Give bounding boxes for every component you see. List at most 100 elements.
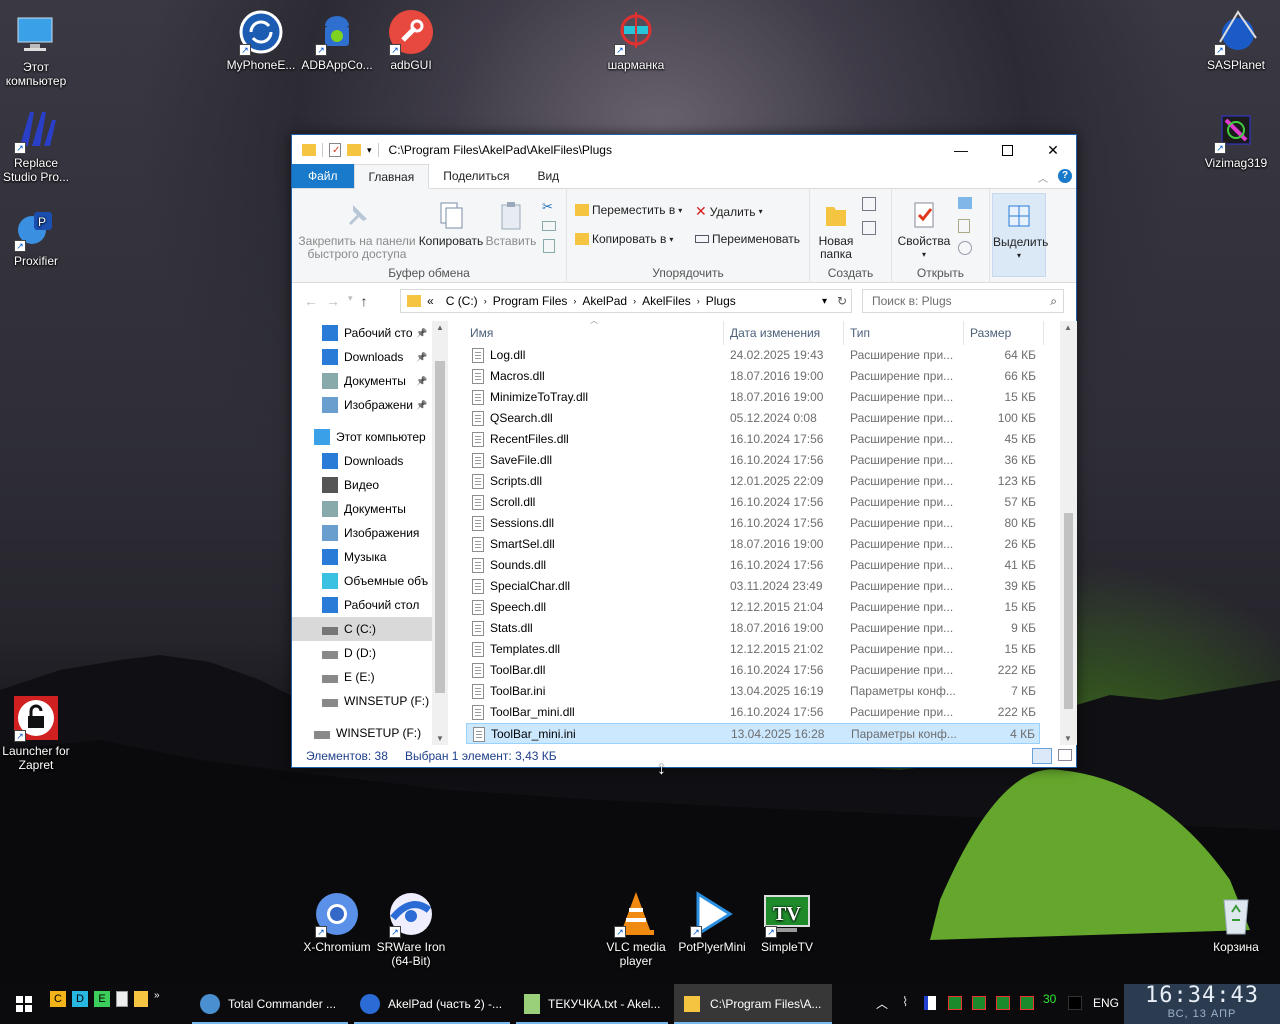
tab-home[interactable]: Главная xyxy=(353,164,430,189)
chevron-down-icon[interactable]: ▾ xyxy=(367,145,372,156)
desktop-icon-vlc[interactable]: ↗ VLC media player xyxy=(596,890,676,968)
easy-access-icon[interactable] xyxy=(862,221,876,235)
history-icon[interactable] xyxy=(958,241,972,255)
breadcrumb-program-files[interactable]: Program Files xyxy=(493,294,568,308)
nav-item[interactable]: WINSETUP (F:) xyxy=(292,689,432,713)
open-icon[interactable] xyxy=(958,197,972,209)
tray-chevron-icon[interactable]: ︿ xyxy=(876,995,888,1012)
copy-path-icon[interactable] xyxy=(542,221,556,231)
file-row[interactable]: SaveFile.dll 16.10.2024 17:56 Расширение п… xyxy=(466,450,1040,471)
scroll-down-icon[interactable]: ▼ xyxy=(1064,734,1072,743)
rename-button[interactable]: Переименовать xyxy=(695,232,800,246)
file-row[interactable]: SpecialChar.dll 03.11.2024 23:49 Расширени… xyxy=(466,576,1040,597)
desktop-icon-sasplanet[interactable]: ↗ SASPlanet xyxy=(1196,8,1276,72)
column-header-type[interactable]: Тип xyxy=(850,321,964,345)
nav-item[interactable]: Музыка xyxy=(292,545,432,569)
desktop-icon-proxifier[interactable]: P ↗ Proxifier xyxy=(0,204,76,268)
nav-scrollbar[interactable]: ▲ ▼ xyxy=(432,321,448,745)
back-arrow-icon[interactable]: ← xyxy=(304,293,318,309)
nav-item[interactable]: Изображения xyxy=(292,521,432,545)
title-bar[interactable]: ✓ ▾ C:\Program Files\AkelPad\AkelFiles\P… xyxy=(292,135,1076,165)
file-row[interactable]: ToolBar.dll 16.10.2024 17:56 Расширение пр… xyxy=(466,660,1040,681)
scroll-down-icon[interactable]: ▼ xyxy=(436,734,444,743)
desktop-icon-zapret[interactable]: ↗ Launcher for Zapret xyxy=(0,694,76,772)
taskbar-akelpad-2[interactable]: AkelPad (часть 2) -... xyxy=(354,984,510,1024)
desktop-icon-simpletv[interactable]: TV ↗ SimpleTV xyxy=(747,890,827,954)
refresh-icon[interactable]: ↻ xyxy=(837,294,847,308)
folder-icon[interactable] xyxy=(134,991,148,1007)
properties-qat-icon[interactable]: ✓ xyxy=(329,143,341,157)
scroll-up-icon[interactable]: ▲ xyxy=(436,323,444,332)
properties-button[interactable]: Свойства ▾ xyxy=(896,199,952,261)
nav-item[interactable]: Изображени 📌 xyxy=(292,393,432,417)
pin-quick-access-button[interactable]: Закрепить на панели быстрого доступа xyxy=(298,199,416,261)
file-row[interactable]: ToolBar.ini 13.04.2025 16:19 Параметры кон… xyxy=(466,681,1040,702)
file-row[interactable]: Speech.dll 12.12.2015 21:04 Расширение при… xyxy=(466,597,1040,618)
taskbar-total-commander[interactable]: Total Commander ... xyxy=(192,984,348,1024)
file-row[interactable]: ToolBar_mini.dll 16.10.2024 17:56 Расширен… xyxy=(466,702,1040,723)
desktop-icon-sharmanka[interactable]: ↗ шарманка xyxy=(596,8,676,72)
new-folder-button[interactable]: Новая папка xyxy=(816,199,856,261)
column-header-size[interactable]: Размер xyxy=(970,321,1044,345)
tray-app-icon-2[interactable] xyxy=(948,996,962,1010)
details-view-icon[interactable] xyxy=(1032,748,1052,764)
nav-item[interactable]: D (D:) xyxy=(292,641,432,665)
file-list-scrollbar[interactable]: ▲ ▼ xyxy=(1060,321,1077,745)
notepad-icon[interactable] xyxy=(116,991,128,1007)
nav-item[interactable]: Документы xyxy=(292,497,432,521)
collapse-ribbon-icon[interactable]: ︿ xyxy=(1038,170,1048,185)
tab-file[interactable]: Файл xyxy=(292,164,354,188)
attachment-icon[interactable]: ⌇ xyxy=(902,994,908,1010)
file-row[interactable]: Stats.dll 18.07.2016 19:00 Расширение при.… xyxy=(466,618,1040,639)
nav-item[interactable]: Этот компьютер xyxy=(292,425,432,449)
nav-item[interactable]: Видео xyxy=(292,473,432,497)
tray-app-icon-4[interactable] xyxy=(996,996,1010,1010)
file-row[interactable]: Scroll.dll 16.10.2024 17:56 Расширение при… xyxy=(466,492,1040,513)
taskbar-explorer[interactable]: C:\Program Files\A... xyxy=(674,984,832,1024)
desktop-icon-adbgui[interactable]: ↗ adbGUI xyxy=(371,8,451,72)
nav-item[interactable]: Downloads 📌 xyxy=(292,345,432,369)
maximize-button[interactable] xyxy=(984,135,1030,165)
paste-shortcut-icon[interactable] xyxy=(543,239,555,253)
file-row[interactable]: Sessions.dll 16.10.2024 17:56 Расширение п… xyxy=(466,513,1040,534)
column-header-date[interactable]: Дата изменения xyxy=(730,321,844,345)
quick-launch-e[interactable]: E xyxy=(94,991,110,1007)
minimize-button[interactable]: — xyxy=(938,135,984,165)
breadcrumb-akelfiles[interactable]: AkelFiles xyxy=(642,294,691,308)
tray-counter[interactable]: 30 xyxy=(1043,992,1056,1006)
nav-scroll-thumb[interactable] xyxy=(435,361,445,693)
desktop-icon-myphone[interactable]: ↗ MyPhoneE... xyxy=(221,8,301,72)
nav-item[interactable]: Объемные объ xyxy=(292,569,432,593)
file-row[interactable]: Scripts.dll 12.01.2025 22:09 Расширение пр… xyxy=(466,471,1040,492)
select-button[interactable]: Выделить ▾ xyxy=(992,193,1048,277)
tab-share[interactable]: Поделиться xyxy=(429,164,523,188)
overflow-chevron-icon[interactable]: » xyxy=(154,991,160,1007)
tray-app-icon-3[interactable] xyxy=(972,996,986,1010)
paste-button[interactable]: Вставить xyxy=(484,199,538,248)
delete-button[interactable]: ✕ Удалить ▾ xyxy=(695,203,763,220)
desktop-icon-potplayer[interactable]: ↗ PotPlyerMini xyxy=(672,890,752,954)
file-row[interactable]: Macros.dll 18.07.2016 19:00 Расширение при… xyxy=(466,366,1040,387)
large-icons-view-icon[interactable] xyxy=(1058,749,1072,761)
tray-app-icon-5[interactable] xyxy=(1020,996,1034,1010)
up-arrow-icon[interactable]: ↑ xyxy=(361,293,368,309)
file-list-scroll-thumb[interactable] xyxy=(1064,513,1073,709)
breadcrumb-overflow[interactable]: « xyxy=(427,294,434,308)
column-header-name[interactable]: Имя xyxy=(470,321,724,345)
nav-item[interactable]: E (E:) xyxy=(292,665,432,689)
desktop-icon-adbapp[interactable]: ↗ ADBAppCo... xyxy=(297,8,377,72)
file-row[interactable]: QSearch.dll 05.12.2024 0:08 Расширение при… xyxy=(466,408,1040,429)
nav-item[interactable]: WINSETUP (F:) xyxy=(292,721,432,745)
cut-icon[interactable]: ✂ xyxy=(542,199,553,215)
new-item-icon[interactable] xyxy=(862,197,876,211)
file-row[interactable]: Log.dll 24.02.2025 19:43 Расширение при...… xyxy=(466,345,1040,366)
breadcrumb-plugs[interactable]: Plugs xyxy=(706,294,736,308)
file-row[interactable]: RecentFiles.dll 16.10.2024 17:56 Расширени… xyxy=(466,429,1040,450)
address-bar[interactable]: « C (C:) › Program Files › AkelPad › AkelFi… xyxy=(400,289,852,313)
edit-icon[interactable] xyxy=(958,219,970,233)
nav-item[interactable]: Рабочий сто 📌 xyxy=(292,321,432,345)
quick-launch-d[interactable]: D xyxy=(72,991,88,1007)
nav-item[interactable]: Документы 📌 xyxy=(292,369,432,393)
file-row[interactable]: MinimizeToTray.dll 18.07.2016 19:00 Расшир… xyxy=(466,387,1040,408)
breadcrumb-akelpad[interactable]: AkelPad xyxy=(582,294,627,308)
